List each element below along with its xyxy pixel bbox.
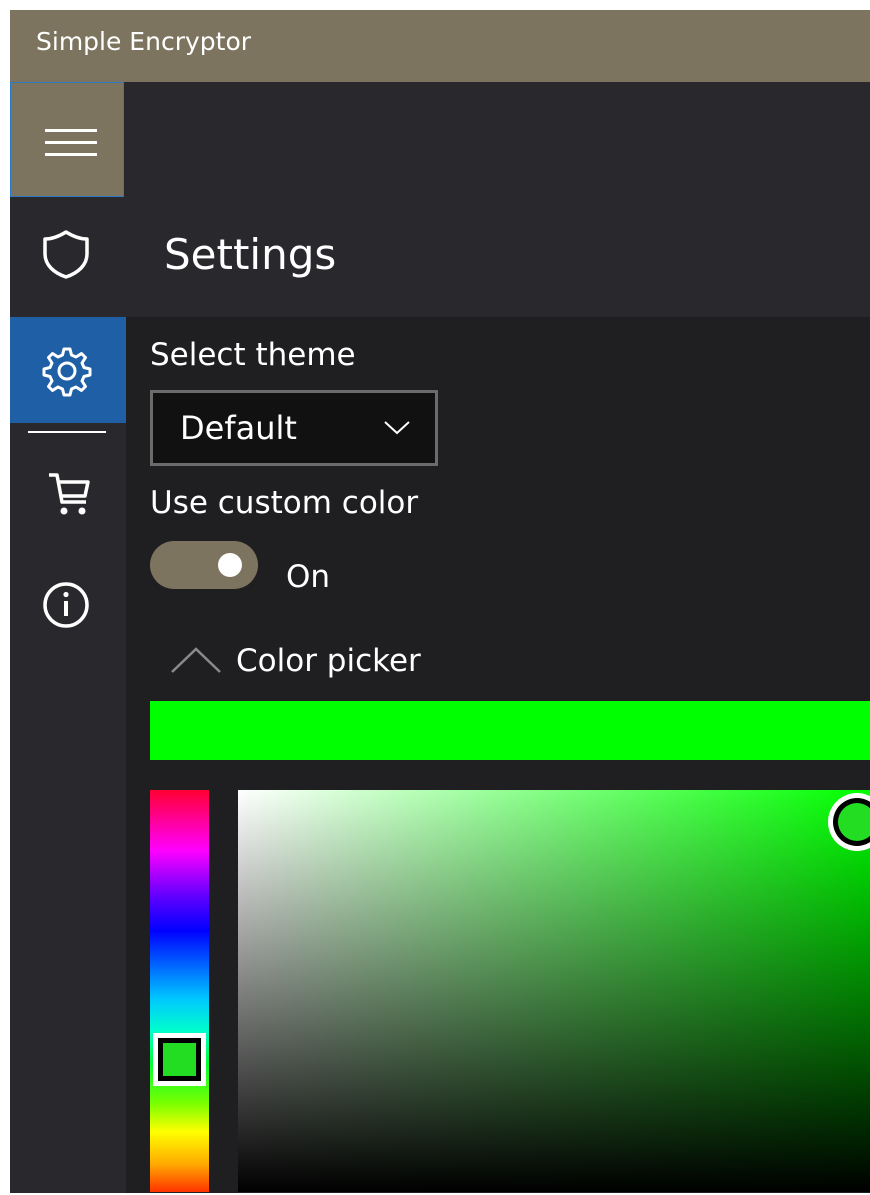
nav-item-encrypt[interactable]	[10, 199, 126, 305]
toggle-state-label: On	[286, 559, 331, 595]
app-title: Simple Encryptor	[36, 27, 252, 56]
app-window: Simple Encryptor Settings Select theme D…	[10, 10, 870, 1193]
gear-icon	[42, 347, 92, 397]
toggle-knob	[218, 553, 242, 577]
color-picker-label: Color picker	[236, 643, 421, 679]
page-header: Settings	[126, 199, 870, 317]
hamburger-menu-button[interactable]	[10, 82, 124, 197]
cart-icon	[49, 473, 90, 515]
info-icon	[43, 582, 89, 628]
theme-dropdown-value: Default	[180, 409, 297, 447]
chevron-up-icon	[171, 647, 221, 673]
page-title: Settings	[164, 230, 337, 279]
theme-dropdown[interactable]: Default	[150, 390, 438, 466]
nav-divider	[28, 431, 106, 433]
hue-slider-thumb[interactable]	[153, 1033, 206, 1086]
nav-item-store[interactable]	[10, 443, 126, 549]
settings-page: Settings Select theme Default Use custom…	[126, 199, 870, 1193]
custom-color-toggle[interactable]	[150, 541, 258, 589]
title-bar: Simple Encryptor	[10, 10, 870, 82]
select-theme-label: Select theme	[150, 337, 356, 373]
navigation-rail	[10, 199, 126, 1193]
color-picker-expander[interactable]: Color picker	[170, 639, 570, 687]
selected-color-preview	[150, 701, 870, 760]
nav-item-settings[interactable]	[10, 317, 126, 423]
shield-icon	[43, 230, 89, 279]
nav-item-about[interactable]	[10, 549, 126, 655]
hue-slider[interactable]	[150, 790, 209, 1192]
custom-color-label: Use custom color	[150, 485, 419, 521]
chevron-down-icon	[384, 421, 410, 435]
saturation-value-area[interactable]	[238, 790, 870, 1192]
top-bar	[10, 82, 870, 199]
